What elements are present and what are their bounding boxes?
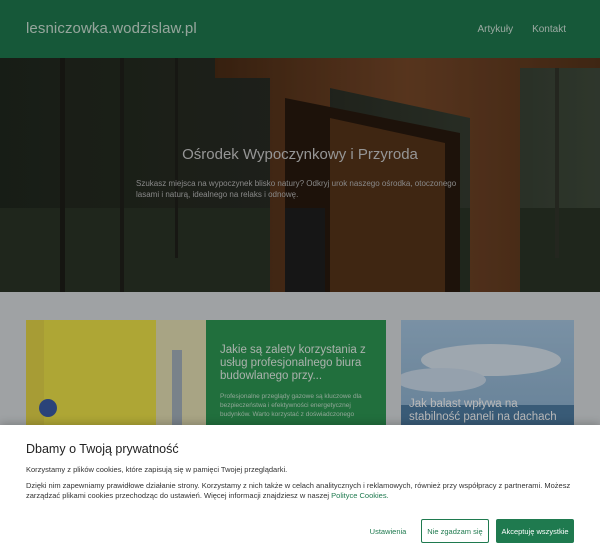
main-nav: Artykuły Kontakt <box>478 24 566 35</box>
cookie-intro-text: Korzystamy z plików cookies, które zapis… <box>26 465 288 474</box>
hero-title: Ośrodek Wypoczynkowy i Przyroda <box>182 146 418 163</box>
cookie-consent-banner: Dbamy o Twoją prywatność Korzystamy z pl… <box>0 425 600 560</box>
hero-banner: Ośrodek Wypoczynkowy i Przyroda Szukasz … <box>0 58 600 292</box>
cookie-accept-all-button[interactable]: Akceptuję wszystkie <box>496 519 574 543</box>
top-navbar: lesniczowka.wodzislaw.pl Artykuły Kontak… <box>0 0 600 58</box>
article-title[interactable]: Jak balast wpływa na stabilność paneli n… <box>409 398 569 424</box>
cookie-reject-button[interactable]: Nie zgadzam się <box>421 519 489 543</box>
cookie-details-body: Dzięki nim zapewniamy prawidłowe działan… <box>26 481 571 500</box>
cookie-details-text: Dzięki nim zapewniamy prawidłowe działan… <box>26 481 576 501</box>
article-excerpt: Profesjonalne przeglądy gazowe są kluczo… <box>220 393 362 418</box>
cookie-policy-link[interactable]: Polityce Cookies. <box>331 491 389 500</box>
nav-item-articles[interactable]: Artykuły <box>478 24 514 35</box>
hero-background-image <box>0 58 600 292</box>
nav-item-contact[interactable]: Kontakt <box>532 24 566 35</box>
cookie-title: Dbamy o Twoją prywatność <box>26 442 179 456</box>
site-brand-link[interactable]: lesniczowka.wodzislaw.pl <box>26 20 197 37</box>
hero-description: Szukasz miejsca na wypoczynek blisko nat… <box>136 179 457 199</box>
cookie-settings-button[interactable]: Ustawienia <box>364 519 412 543</box>
article-title[interactable]: Jakie są zalety korzystania z usług prof… <box>220 344 370 383</box>
